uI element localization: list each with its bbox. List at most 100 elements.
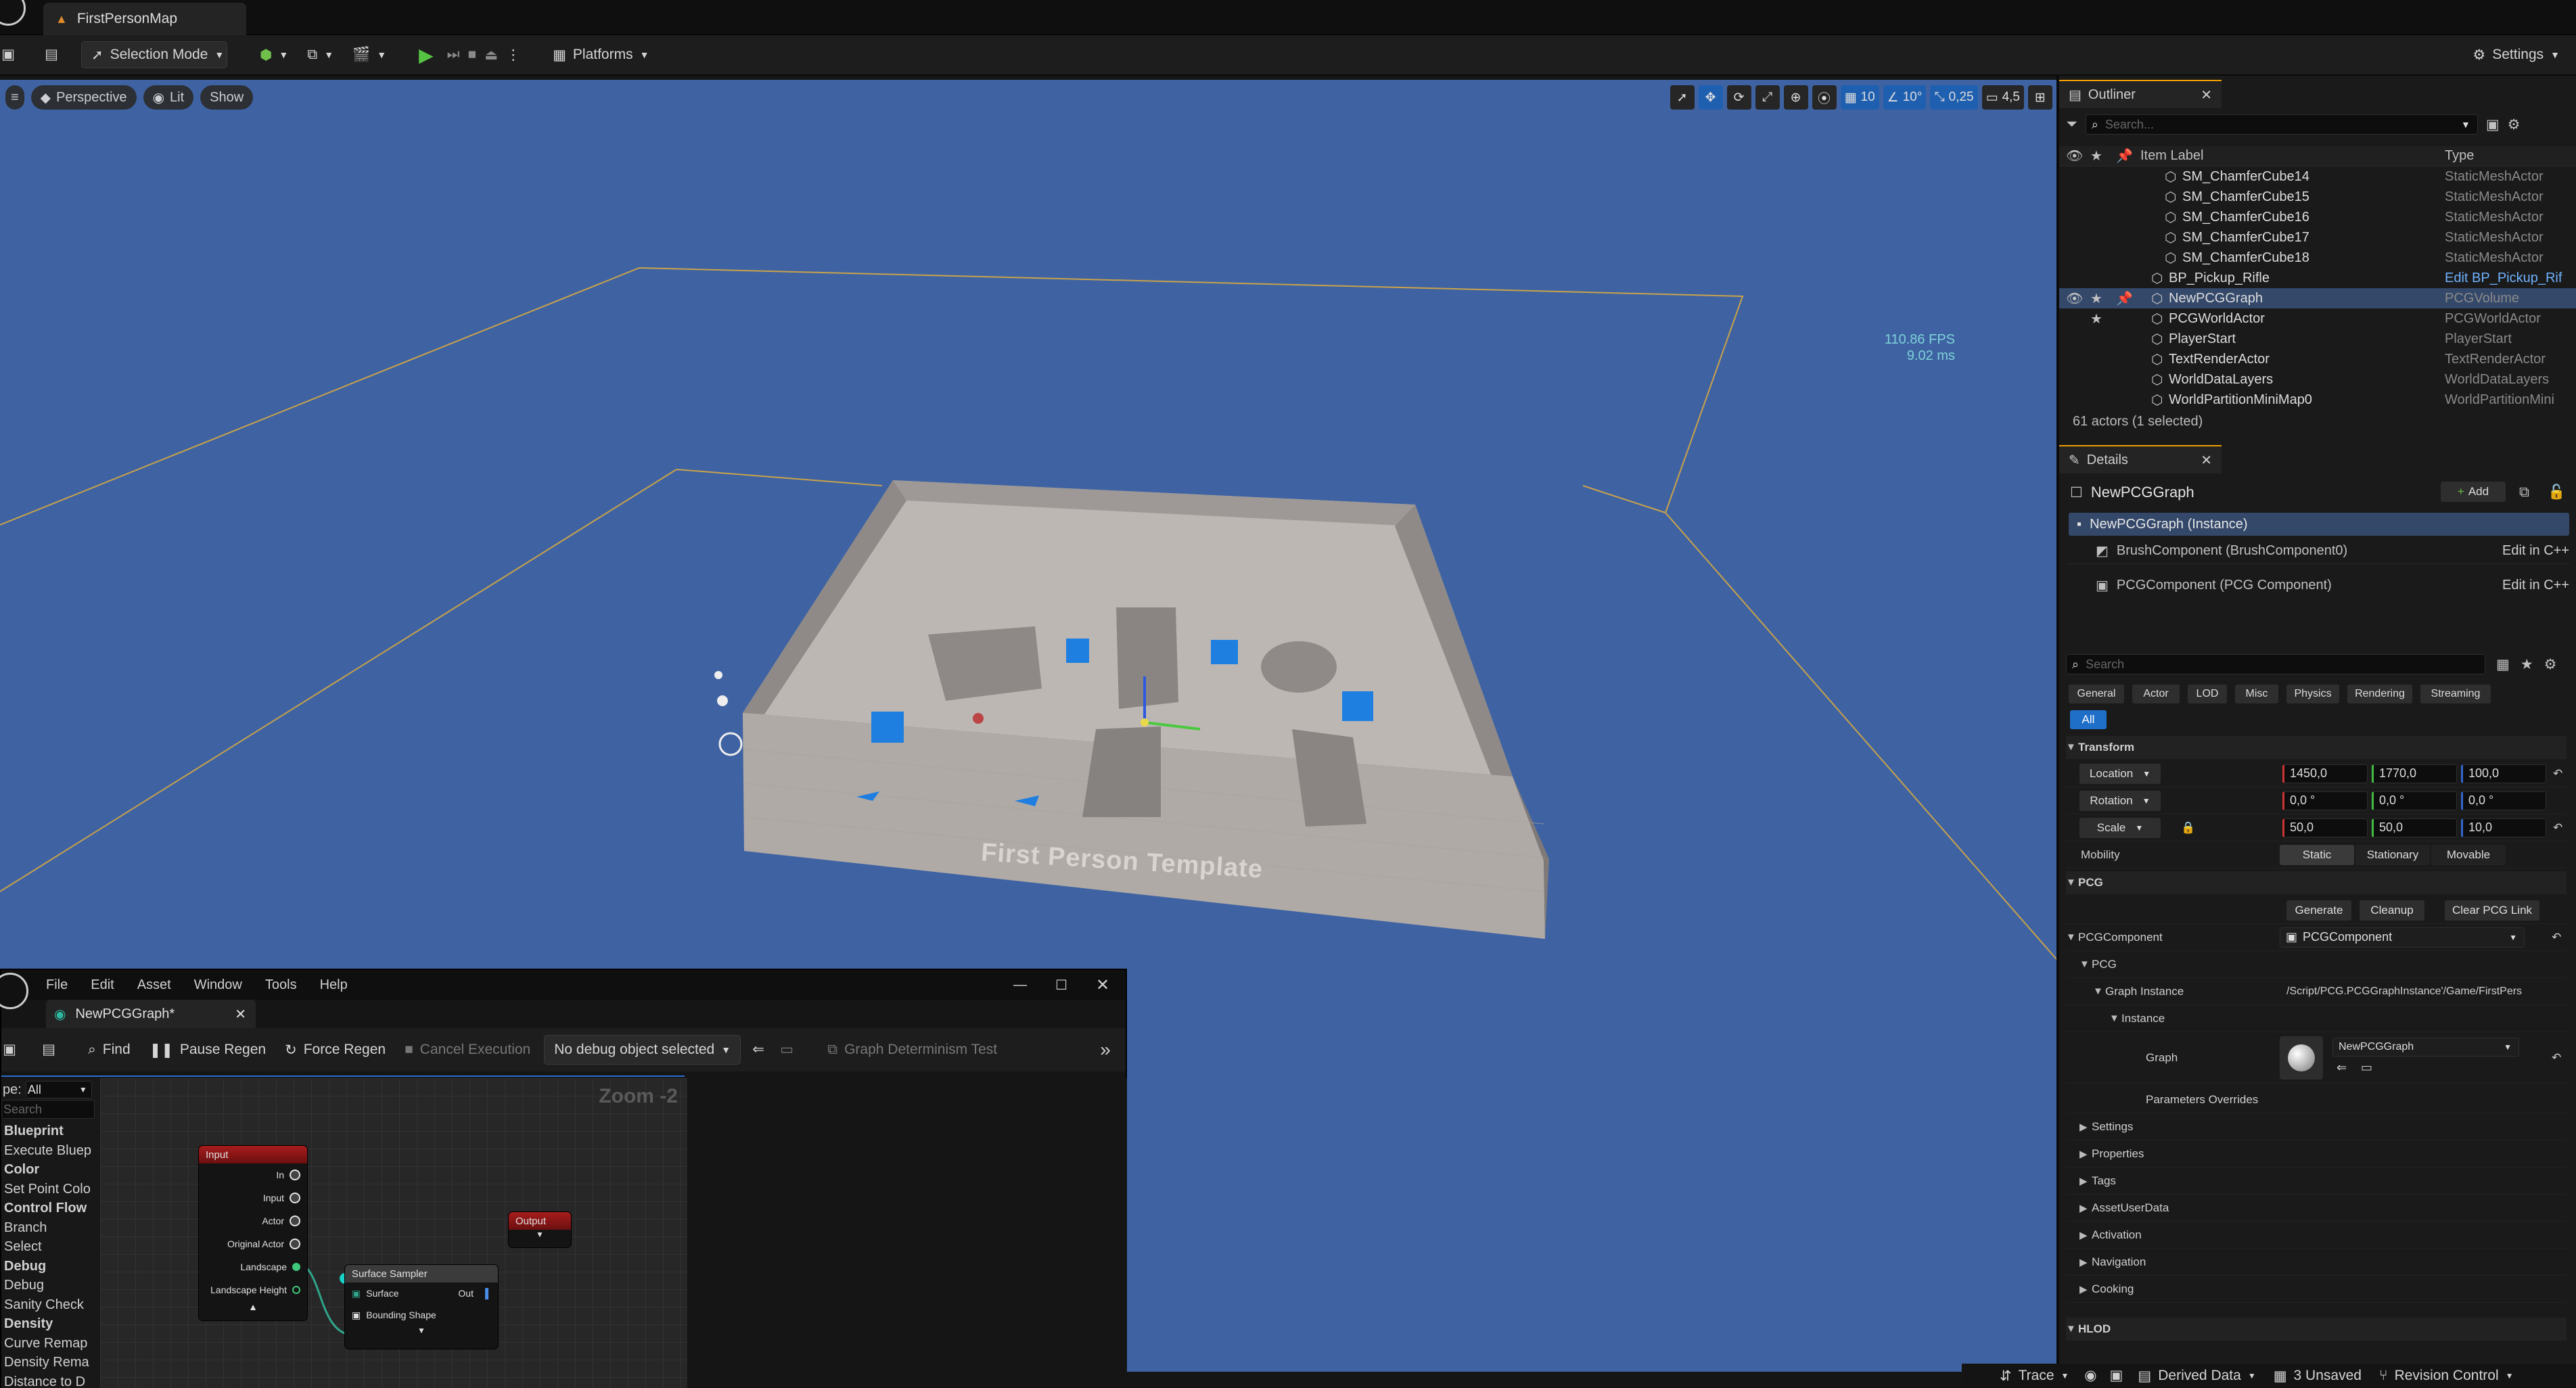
star-icon[interactable]: ★ xyxy=(2090,290,2102,307)
generate-button[interactable]: Generate xyxy=(2286,900,2351,921)
content-browser-icon[interactable]: ▤ xyxy=(43,47,60,63)
perspective-button[interactable]: ◆ Perspective xyxy=(30,85,137,110)
outliner-row[interactable]: ⬡ PlayerStart PlayerStart xyxy=(2059,329,2576,349)
filter-tab-actor[interactable]: Actor xyxy=(2132,685,2180,703)
input-node-pin[interactable]: Landscape xyxy=(199,1255,300,1278)
pin-icon[interactable] xyxy=(290,1170,300,1180)
visibility-icon[interactable]: 👁 xyxy=(2066,290,2083,307)
platforms-button[interactable]: ▦ Platforms ▼ xyxy=(543,41,658,68)
col-type[interactable]: Type xyxy=(2445,148,2474,164)
pcg-section-header[interactable]: ▼ PCG xyxy=(2066,871,2567,894)
menu-edit[interactable]: Edit xyxy=(91,977,114,993)
pin-icon[interactable] xyxy=(292,1263,300,1271)
edit-cpp-link[interactable]: Edit in C++ xyxy=(2502,543,2569,559)
filter-tab-rendering[interactable]: Rendering xyxy=(2347,685,2412,703)
camera-speed-button[interactable]: ▭ 4,5 xyxy=(1981,85,2024,110)
mobility-static-button[interactable]: Static xyxy=(2280,845,2354,865)
output-node[interactable]: Output ▼ xyxy=(509,1212,571,1247)
minimize-icon[interactable]: — xyxy=(1013,977,1027,993)
cinematics-button[interactable]: 🎬 ▼ xyxy=(343,41,396,68)
input-node-pin[interactable]: Input xyxy=(199,1186,300,1209)
add-actor-button[interactable]: ⬢ ▼ xyxy=(250,41,298,68)
stop-button[interactable]: ■ xyxy=(464,41,481,68)
input-node-pin[interactable]: In xyxy=(199,1163,300,1186)
outliner-row[interactable]: 👁 ★ 📌 ⬡ NewPCGGraph PCGVolume xyxy=(2059,288,2576,308)
lock-icon[interactable]: 🔓 xyxy=(2548,484,2565,501)
content-browser-icon[interactable]: ▤ xyxy=(41,1042,57,1058)
details-search-input[interactable]: ⌕ Search xyxy=(2066,654,2485,674)
add-folder-icon[interactable]: ▣ xyxy=(2486,116,2500,133)
scale-z-input[interactable]: 10,0 xyxy=(2461,818,2546,837)
pin-icon[interactable] xyxy=(290,1239,300,1249)
selection-mode-button[interactable]: ➚ Selection Mode ▼ xyxy=(81,41,227,68)
double-chevron-right-icon[interactable]: » xyxy=(1097,1040,1113,1059)
visibility-icon[interactable]: 👁 xyxy=(2066,147,2083,164)
force-regen-button[interactable]: ↻ Force Regen xyxy=(275,1036,395,1063)
reset-icon[interactable]: ↶ xyxy=(2553,821,2562,835)
filter-all-button[interactable]: All xyxy=(2070,710,2107,729)
filter-tab-physics[interactable]: Physics xyxy=(2286,685,2339,703)
clear-pcg-link-button[interactable]: Clear PCG Link xyxy=(2445,900,2539,921)
graph-combo[interactable]: NewPCGGraph ▼ xyxy=(2332,1038,2519,1057)
section-tags[interactable]: ▶ Tags xyxy=(2066,1167,2567,1195)
palette-category[interactable]: Debug xyxy=(3,1257,100,1276)
play-options-button[interactable]: ⋮ xyxy=(502,41,524,68)
browse-icon[interactable]: ⇐ xyxy=(750,1042,766,1058)
star-icon[interactable]: ★ xyxy=(2090,310,2102,327)
maximize-icon[interactable]: ☐ xyxy=(1055,977,1067,994)
close-icon[interactable]: ✕ xyxy=(2201,87,2212,103)
cleanup-button[interactable]: Cleanup xyxy=(2360,900,2424,921)
close-icon[interactable]: ✕ xyxy=(2201,452,2212,469)
section-cooking[interactable]: ▶ Cooking xyxy=(2066,1276,2567,1303)
outliner-tab[interactable]: ▤ Outliner ✕ xyxy=(2059,80,2222,108)
pause-regen-button[interactable]: ❚❚ Pause Regen xyxy=(140,1036,275,1063)
blueprint-icon[interactable]: ⧉ xyxy=(2519,484,2529,501)
mobility-movable-button[interactable]: Movable xyxy=(2431,845,2506,865)
revision-control-button[interactable]: ⑂ Revision Control ▼ xyxy=(2375,1362,2518,1388)
graph-determinism-button[interactable]: ⧉ Graph Determinism Test xyxy=(818,1036,1007,1063)
star-icon[interactable]: ★ xyxy=(2521,656,2533,673)
rotation-z-input[interactable]: 0,0 ° xyxy=(2461,791,2546,810)
menu-window[interactable]: Window xyxy=(194,977,242,993)
surface-sampler-node[interactable]: Surface Sampler ▣ Surface Out ▐ ▣ Boundi… xyxy=(345,1265,498,1349)
folder-icon[interactable]: ▭ xyxy=(2361,1061,2372,1075)
rotation-x-input[interactable]: 0,0 ° xyxy=(2282,791,2368,810)
reset-icon[interactable]: ↶ xyxy=(2552,1051,2561,1065)
section-activation[interactable]: ▶ Activation xyxy=(2066,1222,2567,1249)
component-instance-row[interactable]: ▪ NewPCGGraph (Instance) xyxy=(2069,513,2569,536)
palette-category[interactable]: Color xyxy=(3,1160,100,1180)
outliner-row[interactable]: ⬡ SM_ChamferCube16 StaticMeshActor xyxy=(2059,207,2576,227)
lit-button[interactable]: ◉ Lit xyxy=(143,85,194,110)
pcg-sub-row[interactable]: ▼ PCG xyxy=(2066,951,2567,978)
chevron-down-icon[interactable]: ▼ xyxy=(345,1326,498,1335)
input-node-pin[interactable]: Landscape Height xyxy=(199,1278,300,1301)
palette-item[interactable]: Sanity Check xyxy=(3,1295,100,1315)
rotate-tool-button[interactable]: ⟳ xyxy=(1726,85,1751,110)
location-z-input[interactable]: 100,0 xyxy=(2461,764,2546,783)
palette-item[interactable]: Execute Bluep xyxy=(3,1141,100,1161)
edit-cpp-link-2[interactable]: Edit in C++ xyxy=(2502,578,2569,593)
pin-icon[interactable]: 📌 xyxy=(2116,290,2133,307)
filter-tab-streaming[interactable]: Streaming xyxy=(2420,685,2491,703)
bounding-pin-icon[interactable]: ▣ xyxy=(352,1310,361,1321)
viewport-menu-button[interactable]: ≡ xyxy=(5,85,24,110)
world-local-button[interactable]: ⊕ xyxy=(1783,85,1808,110)
lock-icon[interactable]: 🔒 xyxy=(2181,821,2195,835)
pin-icon[interactable] xyxy=(292,1286,300,1294)
scale-snap-button[interactable]: ⤡ 0,25 xyxy=(1930,85,1978,110)
col-item-label[interactable]: Item Label xyxy=(2140,148,2203,164)
palette-item[interactable]: Select xyxy=(3,1237,100,1257)
play-button[interactable]: ▶ xyxy=(409,41,443,68)
section-settings[interactable]: ▶ Settings xyxy=(2066,1113,2567,1140)
pcg-graph-canvas[interactable]: Zoom -2 Input In Input Actor Original Actor… xyxy=(100,1078,687,1388)
debug-object-combo[interactable]: No debug object selected ▼ xyxy=(544,1035,741,1065)
reset-icon[interactable]: ↶ xyxy=(2552,931,2561,944)
grid-snap-button[interactable]: ▦ 10 xyxy=(1840,85,1879,110)
palette-item[interactable]: Set Point Colo xyxy=(3,1180,100,1199)
palette-category[interactable]: Blueprint xyxy=(3,1121,100,1141)
surface-snap-button[interactable]: ⦿ xyxy=(1812,85,1837,110)
actor-name[interactable]: NewPCGGraph xyxy=(2091,484,2194,501)
chevron-up-icon[interactable]: ▲ xyxy=(199,1301,307,1312)
location-dropdown[interactable]: Location ▼ xyxy=(2079,764,2161,784)
filter-tab-lod[interactable]: LOD xyxy=(2188,685,2227,703)
